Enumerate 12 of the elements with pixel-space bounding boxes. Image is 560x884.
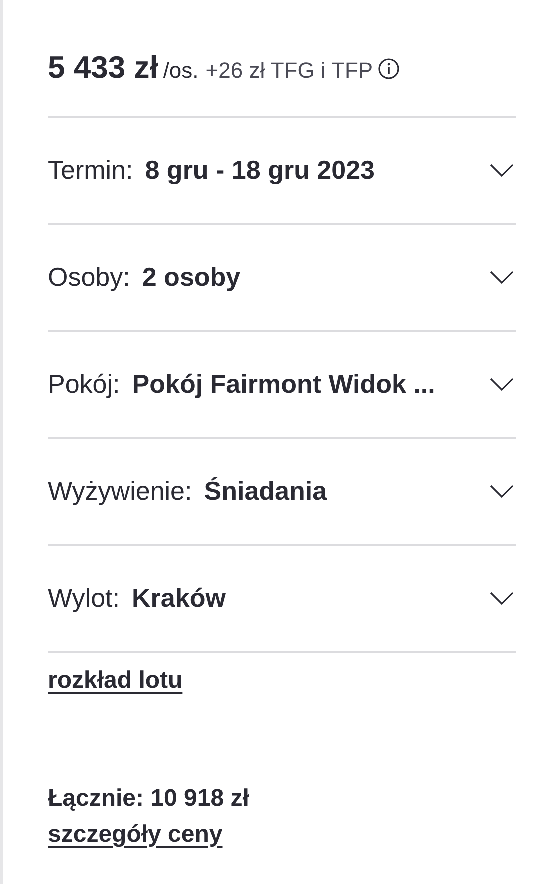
price-details-link[interactable]: szczegóły ceny: [48, 821, 223, 849]
info-icon[interactable]: [378, 58, 400, 80]
price-unit: /os.: [163, 58, 199, 84]
price-amount: 5 433 zł: [48, 50, 158, 86]
chevron-down-icon: [490, 164, 514, 178]
fee-note: +26 zł TFG i TFP: [206, 58, 374, 84]
chevron-down-icon: [490, 270, 514, 284]
total-price: Łącznie: 10 918 zł: [48, 785, 250, 813]
chevron-down-icon: [490, 484, 514, 498]
chevron-down-icon: [490, 378, 514, 392]
flight-schedule-link[interactable]: rozkład lotu: [48, 667, 183, 695]
chevron-down-icon: [490, 592, 514, 606]
